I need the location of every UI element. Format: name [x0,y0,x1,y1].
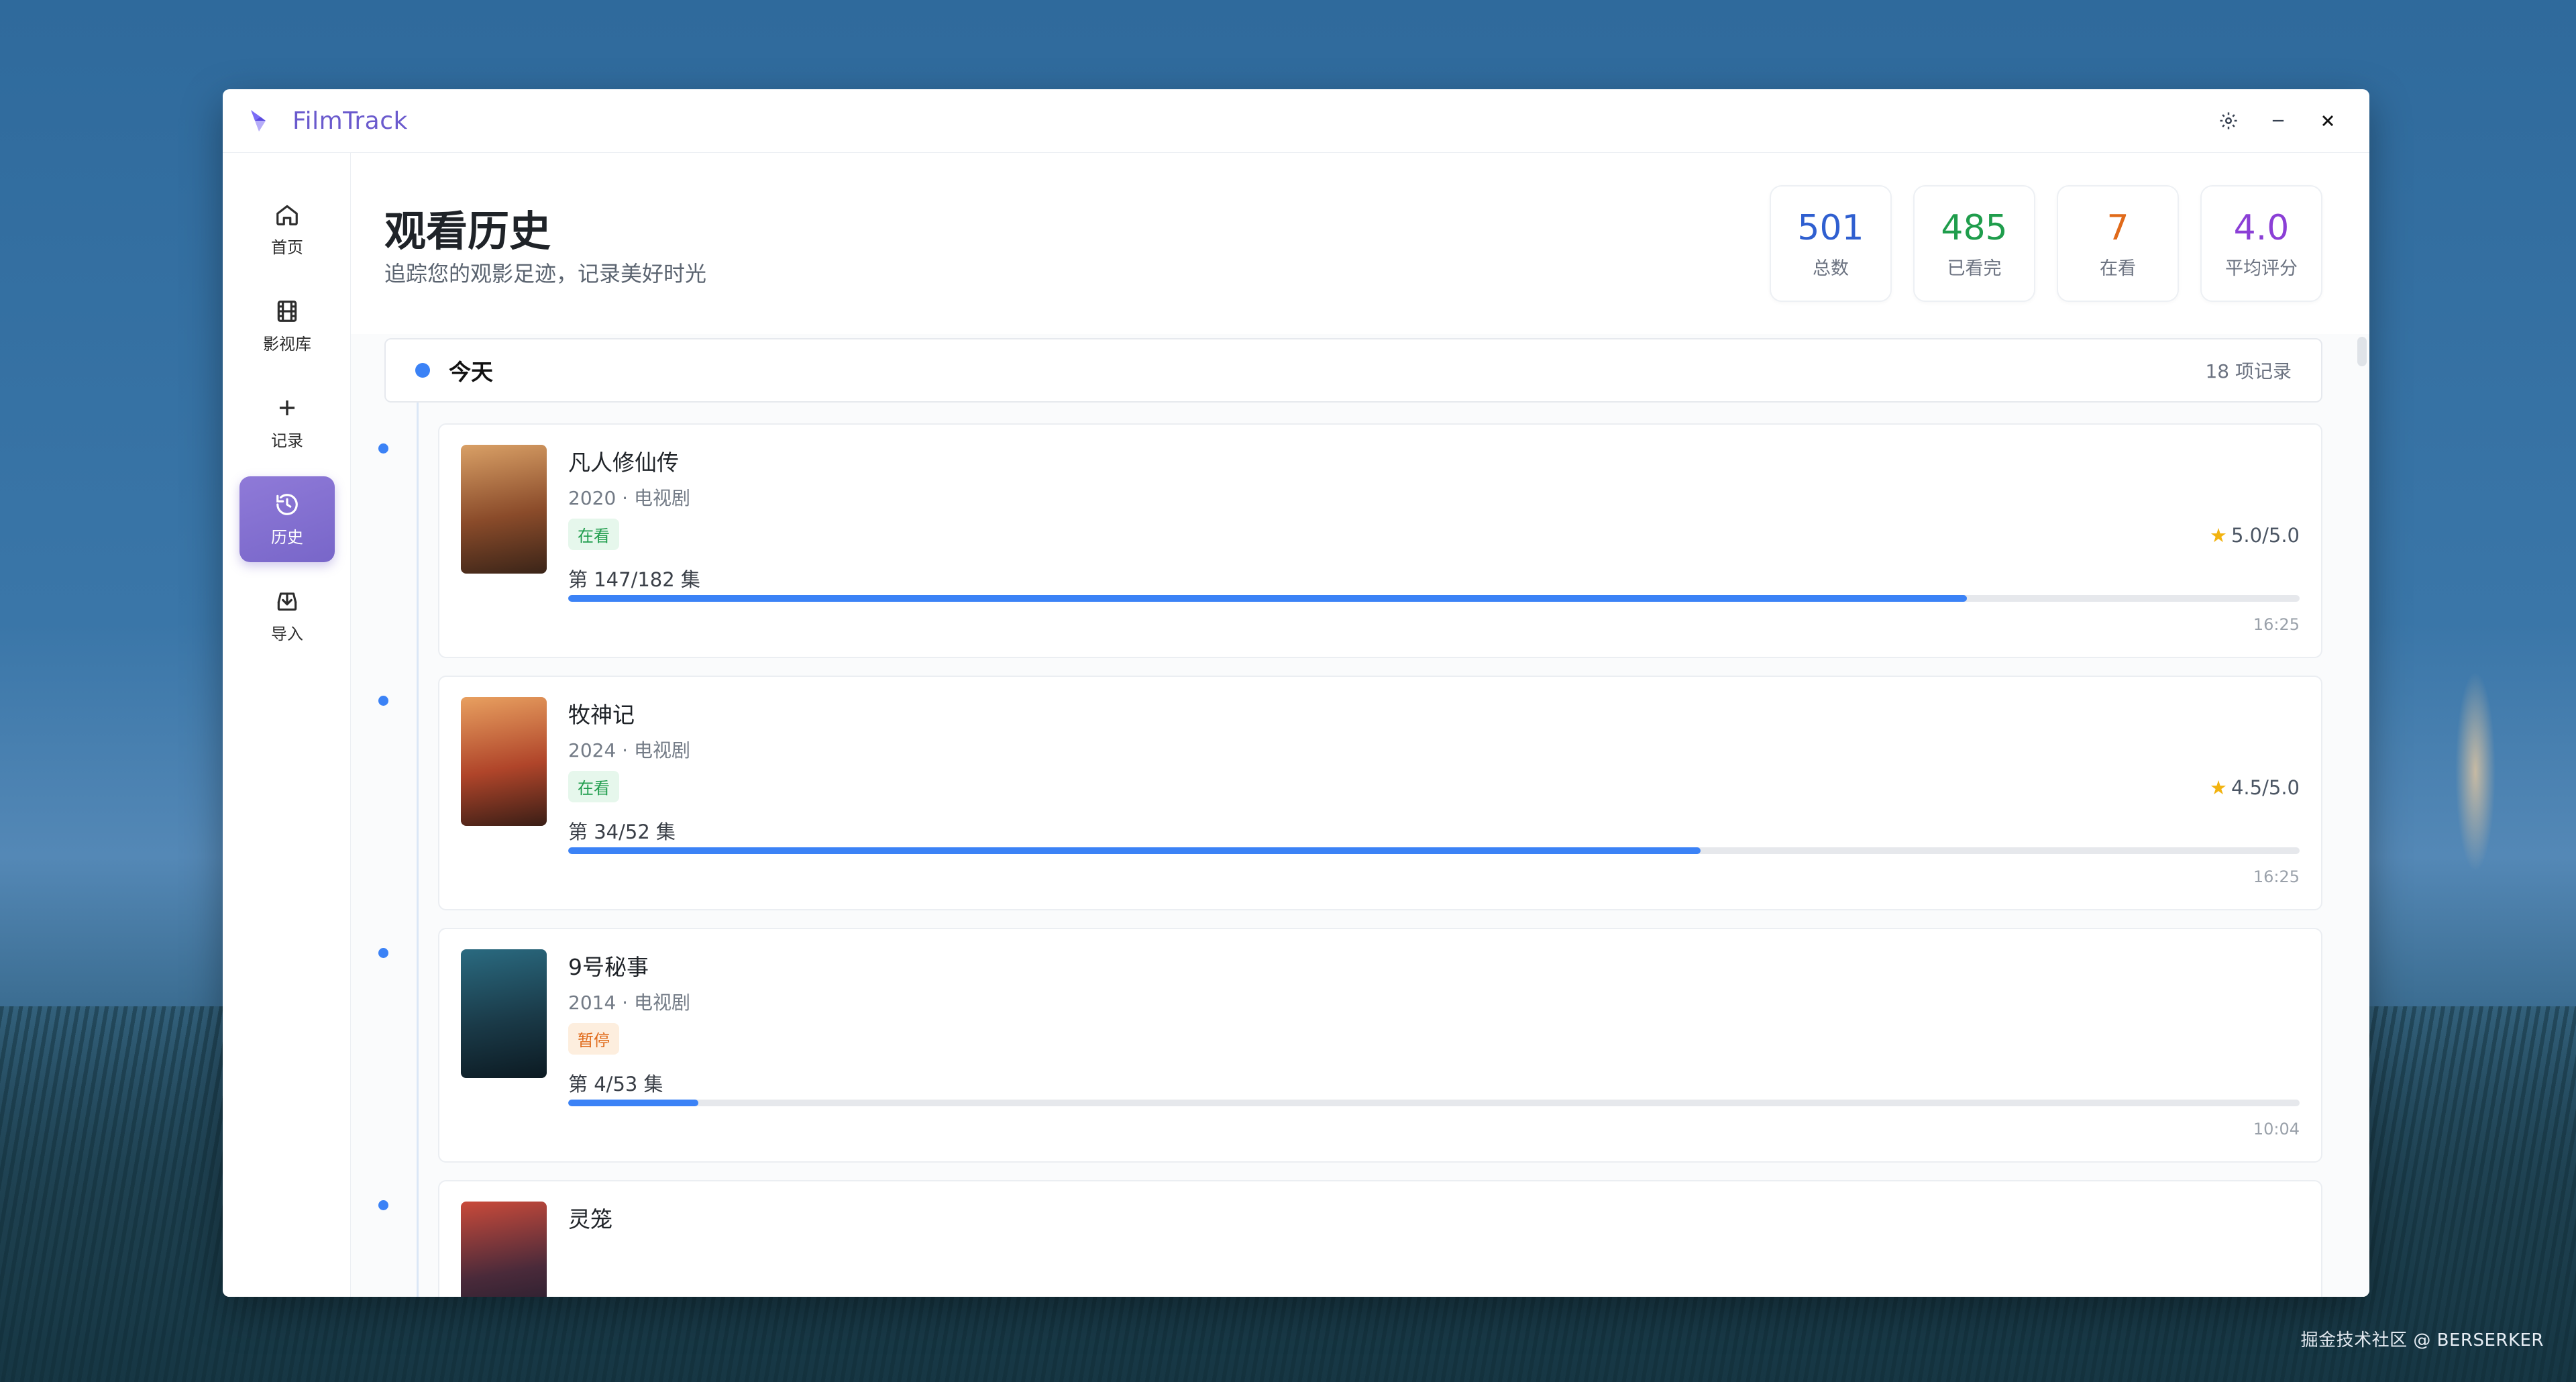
status-badge: 暂停 [568,1023,619,1055]
page-title: 观看历史 [384,207,551,256]
scrollbar-thumb[interactable] [2357,337,2367,366]
sidebar-item-label: 首页 [271,237,303,257]
progress-bar-fill [568,1100,698,1106]
poster-image [461,1202,547,1297]
poster-image [461,949,547,1078]
timeline-dot [378,948,388,958]
stat-label: 总数 [1813,258,1849,279]
sidebar-item-record[interactable]: 记录 [239,380,335,466]
settings-icon [2220,112,2237,129]
stat-card-watching: 7 在看 [2057,185,2179,302]
rating-value: 5.0/5.0 [2231,524,2300,547]
entry-title: 9号秘事 [568,954,649,980]
history-list: 今天 18 项记录 凡人修仙传 2020 · 电视剧 在看 ★ 5.0/5.0 第 147… [351,334,2369,1297]
stat-label: 已看完 [1947,258,2002,279]
stat-card-total: 501 总数 [1770,185,1892,302]
app-logo-icon [251,110,266,131]
stat-label: 平均评分 [2225,258,2298,279]
history-entry-card[interactable]: 灵笼 [438,1180,2322,1297]
sidebar: 首页 影视库 记录 历史 导入 [223,153,351,1297]
stat-card-finished: 485 已看完 [1913,185,2035,302]
timeline-dot [378,1200,388,1210]
day-label: 今天 [449,359,493,385]
app-window: FilmTrack 首页 影视库 记录 历史 导入 观看历史 追踪您的观影足迹，… [223,89,2369,1297]
main-content: 观看历史 追踪您的观影足迹，记录美好时光 501 总数 485 已看完 7 在看… [351,153,2369,1297]
watermark: 掘金技术社区 @ BERSERKER [2300,1330,2544,1350]
star-icon: ★ [2209,776,2227,799]
sidebar-item-import[interactable]: 导入 [239,573,335,659]
entry-rating: ★ 4.5/5.0 [2210,776,2300,799]
film-icon [277,300,297,322]
entry-meta: 2014 · 电视剧 [568,992,690,1014]
episode-progress-text: 第 4/53 集 [568,1073,663,1096]
poster-image [461,445,547,574]
progress-bar [568,1100,2300,1106]
timeline-dot [378,443,388,454]
stat-value: 7 [2106,207,2129,248]
minimize-button[interactable] [2263,106,2293,136]
entry-time: 10:04 [2253,1120,2300,1138]
plus-icon [279,400,295,415]
minimize-icon [2272,119,2284,122]
progress-bar-fill [568,847,1701,854]
progress-bar [568,595,2300,602]
episode-progress-text: 第 147/182 集 [568,568,700,591]
history-entry-card[interactable]: 凡人修仙传 2020 · 电视剧在看 ★ 5.0/5.0 第 147/182 集 16:2… [438,423,2322,658]
entry-time: 16:25 [2253,867,2300,886]
entry-title: 牧神记 [568,702,635,728]
day-group-header[interactable]: 今天 18 项记录 [384,338,2322,403]
entry-time: 16:25 [2253,615,2300,634]
entry-meta: 2020 · 电视剧 [568,487,690,509]
timeline-dot [378,696,388,706]
close-button[interactable] [2313,106,2343,136]
wallpaper-cloud [2455,671,2496,872]
home-icon [276,205,298,225]
entry-title: 凡人修仙传 [568,449,679,476]
page-subtitle: 追踪您的观影足迹，记录美好时光 [384,261,707,286]
entry-rating: ★ 5.0/5.0 [2210,524,2300,547]
stat-value: 485 [1941,207,2008,248]
close-icon [2322,115,2333,126]
sidebar-item-label: 历史 [271,527,303,547]
progress-bar [568,847,2300,854]
stats-panel: 501 总数 485 已看完 7 在看 4.0 平均评分 [1770,185,2322,302]
stat-value: 501 [1797,207,1864,248]
day-record-count: 18 项记录 [2205,360,2292,382]
import-icon [277,592,297,610]
rating-value: 4.5/5.0 [2231,776,2300,799]
stat-value: 4.0 [2233,207,2290,248]
star-icon: ★ [2209,524,2227,547]
sidebar-item-library[interactable]: 影视库 [239,283,335,369]
stat-label: 在看 [2100,258,2136,279]
day-dot [415,363,430,378]
timeline-line [417,403,419,1297]
episode-progress-text: 第 34/52 集 [568,820,676,843]
history-entry-card[interactable]: 牧神记 2024 · 电视剧在看 ★ 4.5/5.0 第 34/52 集 16:25 [438,676,2322,910]
history-icon [276,493,298,515]
poster-image [461,697,547,826]
entry-meta: 2024 · 电视剧 [568,739,690,761]
sidebar-item-home[interactable]: 首页 [239,187,335,272]
sidebar-item-history[interactable]: 历史 [239,476,335,562]
history-entry-card[interactable]: 9号秘事 2014 · 电视剧暂停第 4/53 集 10:04 [438,928,2322,1163]
stat-card-avg-rating: 4.0 平均评分 [2200,185,2322,302]
titlebar: FilmTrack [223,89,2369,153]
window-controls [2214,89,2343,152]
status-badge: 在看 [568,519,619,550]
sidebar-item-label: 导入 [271,624,303,643]
settings-button[interactable] [2214,106,2243,136]
sidebar-item-label: 记录 [271,431,303,450]
entry-title: 灵笼 [568,1206,612,1232]
progress-bar-fill [568,595,1968,602]
app-title: FilmTrack [292,107,408,135]
sidebar-item-label: 影视库 [263,334,311,354]
status-badge: 在看 [568,771,619,802]
